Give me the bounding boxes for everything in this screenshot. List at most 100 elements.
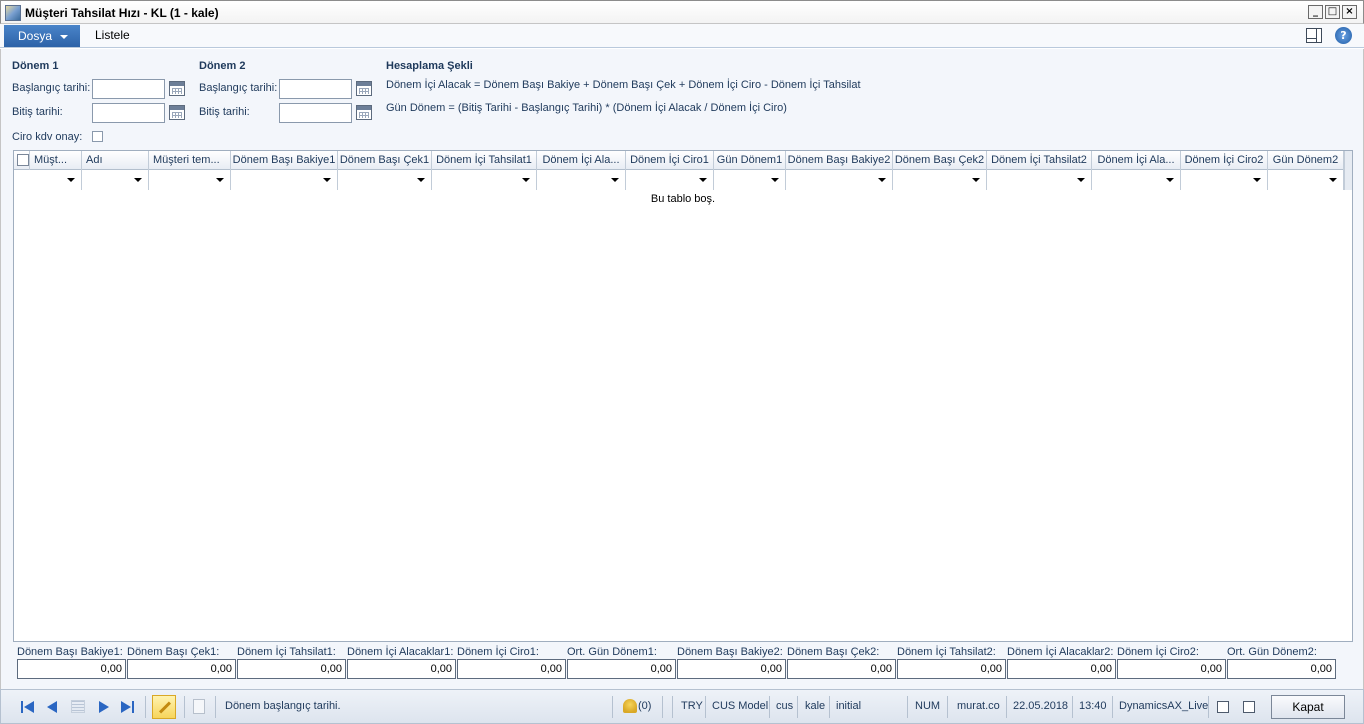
column-filter[interactable] (338, 170, 432, 190)
period1-start-input[interactable] (92, 79, 165, 99)
file-tab[interactable]: Dosya (4, 25, 80, 47)
divider (829, 696, 830, 718)
total-field: Dönem İçi Ciro2: 0,00 (1117, 646, 1227, 679)
column-header[interactable]: Dönem Başı Çek2 (893, 151, 987, 170)
total-label: Ort. Gün Dönem1: (567, 646, 657, 658)
previous-record-icon[interactable] (45, 700, 59, 714)
column-header[interactable]: Dönem İçi Tahsilat2 (987, 151, 1092, 170)
total-value: 0,00 (567, 659, 676, 679)
column-filter[interactable] (537, 170, 626, 190)
maximize-button[interactable]: □ (1325, 5, 1340, 19)
total-field: Dönem İçi Ciro1: 0,00 (457, 646, 567, 679)
column-header[interactable]: Dönem İçi Ciro2 (1181, 151, 1268, 170)
period2-start-input[interactable] (279, 79, 352, 99)
column-header[interactable]: Dönem İçi Tahsilat1 (432, 151, 537, 170)
total-field: Ort. Gün Dönem1: 0,00 (567, 646, 677, 679)
last-record-icon[interactable] (121, 700, 135, 714)
column-header[interactable]: Gün Dönem2 (1268, 151, 1344, 170)
ciro-kdv-label: Ciro kdv onay: (12, 131, 83, 143)
status-bar: Dönem başlangıç tarihi. (0) TRY CUS Mode… (0, 689, 1364, 724)
chevron-down-icon (60, 35, 68, 39)
period1-end-label: Bitiş tarihi: (12, 106, 63, 118)
divider (1072, 696, 1073, 718)
edit-pencil-icon[interactable] (152, 695, 176, 719)
attachment-icon[interactable] (193, 699, 205, 714)
column-filter[interactable] (893, 170, 987, 190)
total-field: Dönem Başı Çek1: 0,00 (127, 646, 237, 679)
record-list-icon[interactable] (71, 700, 85, 713)
total-value: 0,00 (17, 659, 126, 679)
column-header[interactable]: Müşt... (30, 151, 82, 170)
total-value: 0,00 (237, 659, 346, 679)
help-icon[interactable]: ? (1335, 27, 1352, 44)
column-header[interactable]: Adı (82, 151, 149, 170)
minimize-button[interactable]: _ (1308, 5, 1323, 19)
dropdown-arrow-icon (1253, 178, 1261, 182)
column-header[interactable]: Dönem Başı Çek1 (338, 151, 432, 170)
dropdown-arrow-icon (878, 178, 886, 182)
column-header[interactable]: Dönem İçi Ciro1 (626, 151, 714, 170)
calendar-icon[interactable] (356, 81, 372, 96)
column-filter[interactable] (1092, 170, 1181, 190)
column-filter[interactable] (714, 170, 786, 190)
total-value: 0,00 (1227, 659, 1336, 679)
column-filter[interactable] (432, 170, 537, 190)
empty-table-message: Bu tablo boş. (650, 193, 716, 205)
column-filter[interactable] (1268, 170, 1344, 190)
dropdown-arrow-icon (611, 178, 619, 182)
select-all-cell (14, 151, 30, 170)
dropdown-arrow-icon (417, 178, 425, 182)
print-icon[interactable] (1217, 701, 1229, 713)
divider (184, 696, 185, 718)
column-filter[interactable] (231, 170, 338, 190)
period1-heading: Dönem 1 (12, 60, 59, 72)
total-field: Dönem Başı Çek2: 0,00 (787, 646, 897, 679)
layout-panel-icon[interactable] (1306, 28, 1322, 43)
column-header[interactable]: Dönem İçi Ala... (1092, 151, 1181, 170)
status-currency: TRY (681, 700, 703, 712)
status-company[interactable]: kale (805, 700, 825, 712)
divider (672, 696, 673, 718)
tab-list[interactable]: Listele (95, 28, 130, 42)
calendar-icon[interactable] (169, 81, 185, 96)
total-label: Dönem İçi Alacaklar2: (1007, 646, 1114, 658)
first-record-icon[interactable] (21, 700, 35, 714)
close-button[interactable]: Kapat (1271, 695, 1345, 719)
column-filter[interactable] (30, 170, 82, 190)
dropdown-arrow-icon (972, 178, 980, 182)
total-label: Dönem İçi Alacaklar1: (347, 646, 454, 658)
divider (145, 696, 146, 718)
database-icon[interactable] (1243, 701, 1255, 713)
notification-count[interactable]: (0) (638, 700, 651, 712)
total-field: Dönem Başı Bakiye1: 0,00 (17, 646, 127, 679)
column-header[interactable]: Dönem İçi Ala... (537, 151, 626, 170)
ciro-kdv-checkbox[interactable] (92, 131, 103, 142)
calendar-icon[interactable] (356, 105, 372, 120)
column-header[interactable]: Gün Dönem1 (714, 151, 786, 170)
bell-icon[interactable] (623, 699, 637, 713)
column-filter[interactable] (149, 170, 231, 190)
column-filter[interactable] (786, 170, 893, 190)
form-body: Dönem 1 Başlangıç tarihi: Bitiş tarihi: … (0, 49, 1364, 689)
period1-end-input[interactable] (92, 103, 165, 123)
column-filter[interactable] (1181, 170, 1268, 190)
total-value: 0,00 (897, 659, 1006, 679)
column-filter[interactable] (626, 170, 714, 190)
calendar-icon[interactable] (169, 105, 185, 120)
column-filter[interactable] (987, 170, 1092, 190)
column-filter[interactable] (82, 170, 149, 190)
app-icon (5, 5, 21, 21)
period2-end-input[interactable] (279, 103, 352, 123)
grid-scrollbar[interactable] (1344, 151, 1352, 190)
total-field: Ort. Gün Dönem2: 0,00 (1227, 646, 1337, 679)
status-partition: initial (836, 700, 862, 712)
column-header[interactable]: Müşteri tem... (149, 151, 231, 170)
close-window-button[interactable]: × (1342, 5, 1357, 19)
column-header[interactable]: Dönem Başı Bakiye1 (231, 151, 338, 170)
select-all-checkbox[interactable] (17, 154, 29, 166)
column-header[interactable]: Dönem Başı Bakiye2 (786, 151, 893, 170)
period2-end-label: Bitiş tarihi: (199, 106, 250, 118)
next-record-icon[interactable] (97, 700, 111, 714)
dropdown-arrow-icon (699, 178, 707, 182)
divider (769, 696, 770, 718)
